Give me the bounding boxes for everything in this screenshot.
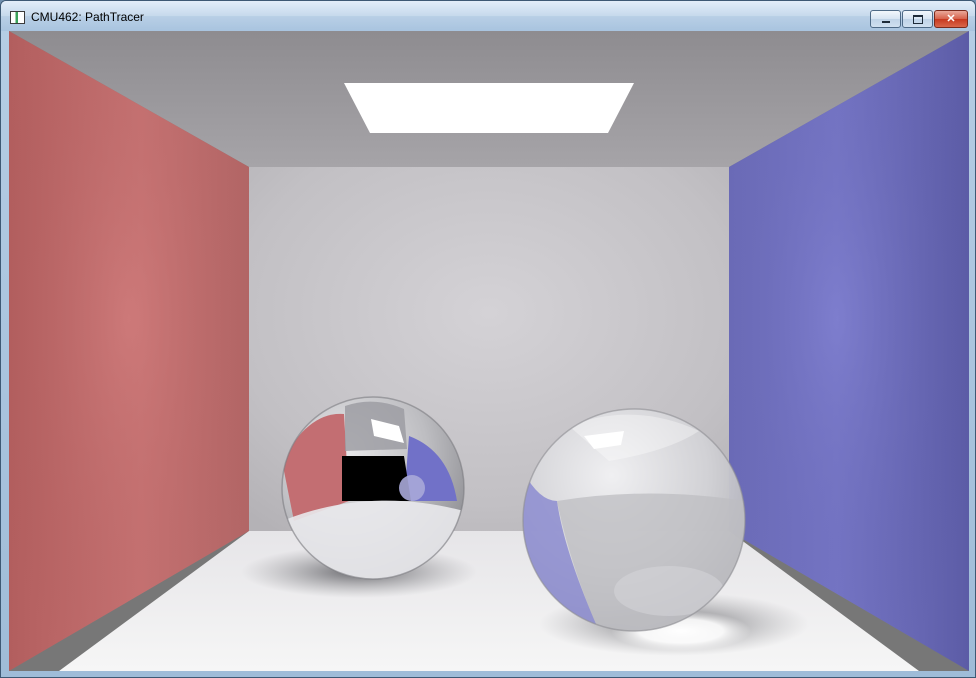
app-window: CMU462: PathTracer ✕: [0, 0, 976, 678]
title-bar[interactable]: CMU462: PathTracer ✕: [1, 1, 975, 31]
render-viewport[interactable]: [9, 31, 969, 671]
maximize-icon: [912, 14, 923, 24]
minimize-icon: [881, 21, 890, 23]
maximize-button[interactable]: [902, 10, 933, 28]
close-button[interactable]: ✕: [934, 10, 968, 28]
glass-sphere: [522, 408, 746, 632]
minimize-button[interactable]: [870, 10, 901, 28]
window-title: CMU462: PathTracer: [31, 10, 144, 24]
rendered-scene: [9, 31, 969, 671]
ceiling-light: [344, 83, 634, 133]
app-icon: [10, 11, 25, 24]
reflected-glass-sphere: [399, 475, 425, 501]
close-icon: ✕: [946, 12, 956, 25]
